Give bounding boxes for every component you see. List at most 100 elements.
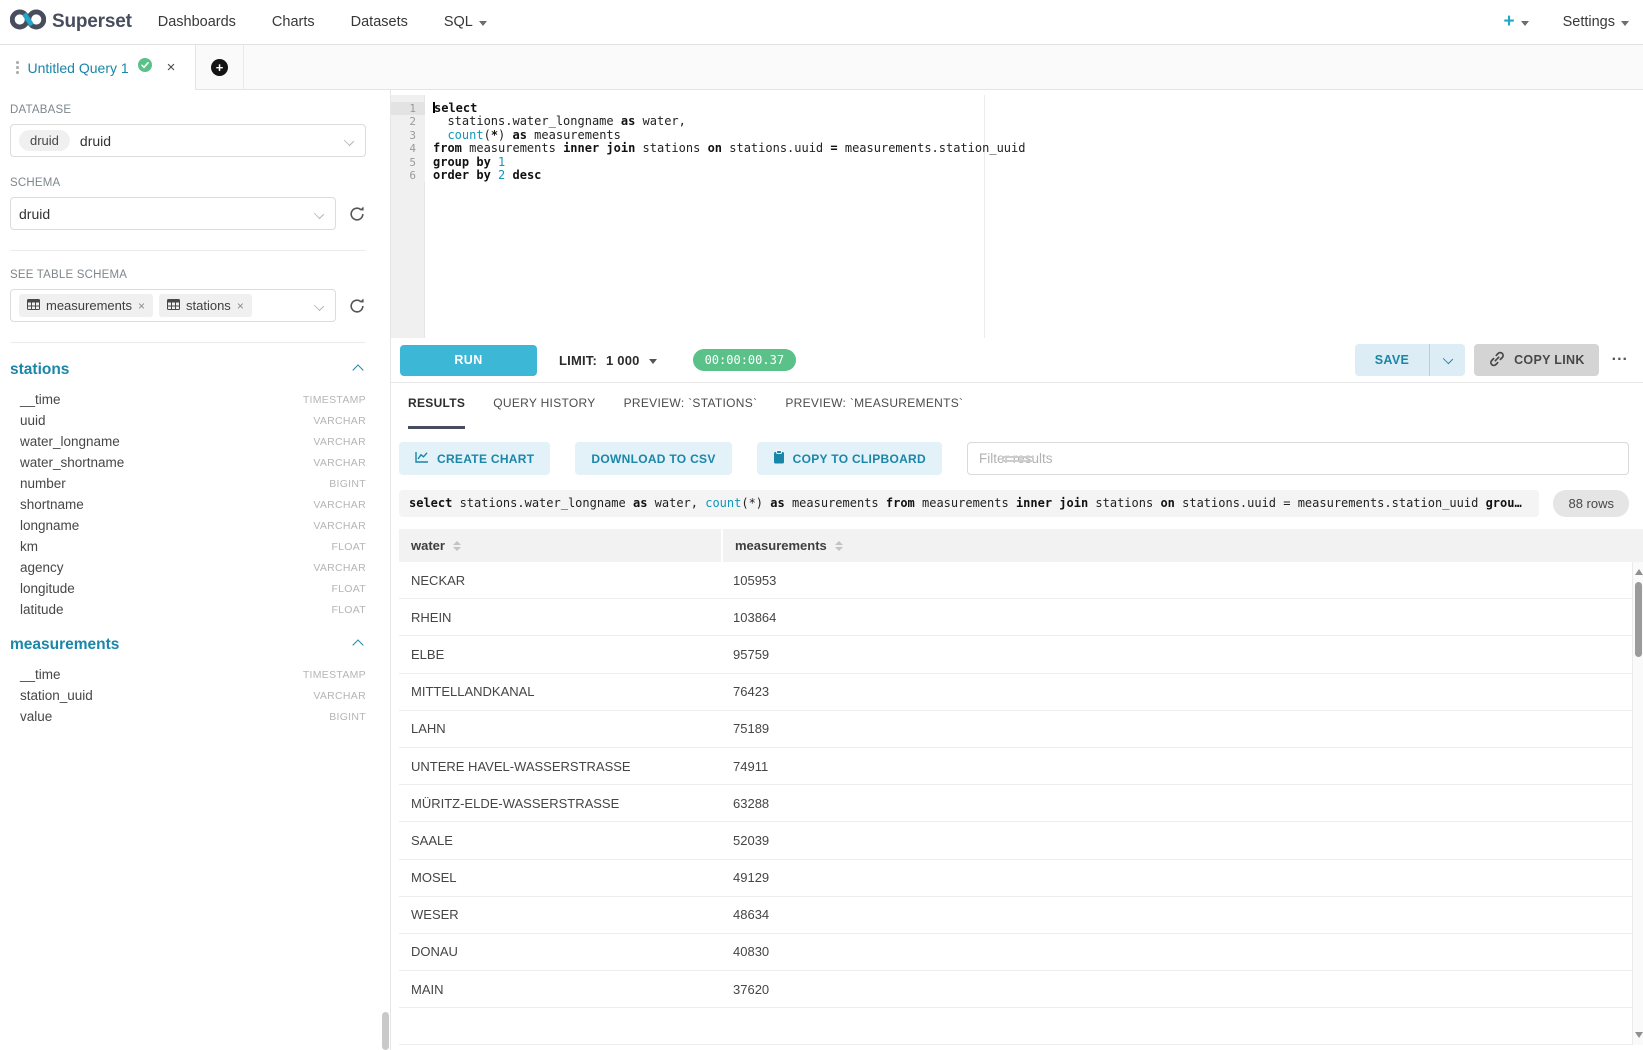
schema-table-stations: stations__timeTIMESTAMPuuidVARCHARwater_… — [10, 361, 366, 620]
editor-line: 1select — [391, 102, 1643, 115]
plus-icon: + — [1503, 11, 1514, 33]
scrollbar-thumb[interactable] — [1635, 582, 1642, 657]
collapse-icon[interactable] — [352, 364, 363, 375]
cell-water: MITTELLANDKANAL — [399, 684, 723, 699]
new-item-menu[interactable]: + — [1503, 11, 1528, 33]
column-header-label: water — [411, 538, 445, 553]
copy-to-clipboard-button[interactable]: COPY TO CLIPBOARD — [757, 442, 942, 475]
table-row[interactable]: SAALE52039 — [399, 822, 1632, 859]
table-row[interactable]: MOSEL49129 — [399, 860, 1632, 897]
column-header-water[interactable]: water — [399, 529, 723, 562]
results-tab-preview-stations[interactable]: PREVIEW: `STATIONS` — [624, 396, 758, 429]
results-scrollbar — [1632, 562, 1643, 1045]
refresh-tables-button[interactable] — [348, 297, 366, 315]
sidebar-scrollbar-thumb[interactable] — [382, 1012, 389, 1050]
settings-menu[interactable]: Settings — [1563, 14, 1629, 30]
table-chip-measurements[interactable]: measurements× — [19, 294, 153, 317]
sql-token: measurements — [785, 496, 886, 510]
table-row[interactable]: WESER48634 — [399, 897, 1632, 934]
limit-label: LIMIT: — [559, 353, 597, 368]
table-select[interactable]: measurements× stations× — [10, 289, 336, 322]
column-header-measurements[interactable]: measurements — [723, 529, 1643, 562]
schema-column-row: shortnameVARCHAR — [10, 494, 366, 515]
column-name: number — [20, 476, 66, 491]
sql-token: count — [705, 496, 741, 510]
more-actions-button[interactable]: ... — [1608, 347, 1634, 373]
results-tab-query-history[interactable]: QUERY HISTORY — [493, 396, 595, 429]
new-tab-area: + — [196, 45, 244, 89]
chevron-down-icon — [314, 301, 324, 311]
column-name: km — [20, 539, 38, 554]
table-chip-stations[interactable]: stations× — [159, 294, 252, 317]
limit-dropdown[interactable]: LIMIT: 1 000 — [559, 353, 657, 368]
schema-column-row: water_longnameVARCHAR — [10, 431, 366, 452]
check-circle-icon — [138, 58, 152, 77]
sql-token: on — [1160, 496, 1174, 510]
settings-label: Settings — [1563, 14, 1615, 30]
code-line: order by 2 desc — [425, 169, 541, 182]
save-options-button[interactable] — [1429, 344, 1465, 376]
table-row[interactable]: ELBE95759 — [399, 636, 1632, 673]
query-tab-active[interactable]: Untitled Query 1 × — [0, 45, 196, 90]
nav-item-datasets[interactable]: Datasets — [351, 14, 408, 30]
remove-table-icon[interactable]: × — [237, 299, 244, 313]
table-row[interactable]: DONAU40830 — [399, 934, 1632, 971]
query-tab-label: Untitled Query 1 — [28, 60, 129, 76]
nav-item-charts[interactable]: Charts — [272, 14, 315, 30]
results-tab-results[interactable]: RESULTS — [408, 396, 465, 429]
save-button[interactable]: SAVE — [1355, 344, 1429, 376]
copy-link-label: COPY LINK — [1514, 353, 1585, 367]
results-tab-preview-measurements[interactable]: PREVIEW: `MEASUREMENTS` — [785, 396, 963, 429]
executed-query-preview[interactable]: select stations.water_longname as water,… — [399, 490, 1539, 517]
drag-grip-icon[interactable] — [16, 61, 19, 74]
column-name: __time — [20, 392, 61, 407]
sql-token: measurements — [915, 496, 1016, 510]
download-to-csv-button[interactable]: DOWNLOAD TO CSV — [575, 442, 731, 475]
schema-select[interactable]: druid — [10, 197, 336, 230]
column-type: BIGINT — [329, 478, 366, 490]
schema-table-name[interactable]: stations — [10, 361, 69, 379]
create-chart-button[interactable]: CREATE CHART — [399, 442, 550, 475]
table-row[interactable]: MITTELLANDKANAL76423 — [399, 674, 1632, 711]
refresh-schema-button[interactable] — [348, 205, 366, 223]
run-button[interactable]: RUN — [400, 345, 537, 376]
cell-measurements: 37620 — [723, 982, 1632, 997]
sql-token: as — [513, 128, 527, 142]
sql-token: group by — [433, 155, 491, 169]
database-select[interactable]: druid druid — [10, 124, 366, 157]
sort-icon — [835, 541, 843, 551]
table-row[interactable]: MÜRITZ-ELDE-WASSERSTRASSE63288 — [399, 785, 1632, 822]
sql-editor[interactable]: 1select2 stations.water_longname as wate… — [391, 95, 1643, 338]
superset-brand[interactable]: Superset — [10, 6, 132, 38]
nav-item-dashboards[interactable]: Dashboards — [158, 14, 236, 30]
cell-measurements: 52039 — [723, 833, 1632, 848]
cell-measurements: 63288 — [723, 796, 1632, 811]
remove-table-icon[interactable]: × — [138, 299, 145, 313]
table-row[interactable]: LAHN75189 — [399, 711, 1632, 748]
table-row[interactable]: RHEIN103864 — [399, 599, 1632, 636]
pane-resize-handle[interactable] — [1002, 456, 1032, 462]
table-row[interactable]: UNTERE HAVEL-WASSERSTRASSE74911 — [399, 748, 1632, 785]
collapse-icon[interactable] — [352, 639, 363, 650]
column-name: __time — [20, 667, 61, 682]
table-row[interactable]: NECKAR105953 — [399, 562, 1632, 599]
copy-link-button[interactable]: COPY LINK — [1474, 344, 1599, 376]
schema-value: druid — [19, 206, 50, 222]
column-type: VARCHAR — [313, 499, 366, 511]
schema-table-name[interactable]: measurements — [10, 636, 119, 654]
cell-water: MÜRITZ-ELDE-WASSERSTRASSE — [399, 796, 723, 811]
table-row[interactable]: MAIN37620 — [399, 971, 1632, 1008]
code-line: select — [425, 102, 477, 115]
add-tab-button[interactable]: + — [211, 59, 228, 76]
scroll-down-icon[interactable] — [1635, 1032, 1643, 1038]
column-type: BIGINT — [329, 711, 366, 723]
table-row[interactable] — [399, 1008, 1632, 1045]
schema-column-row: latitudeFLOAT — [10, 599, 366, 620]
scroll-up-icon[interactable] — [1635, 569, 1643, 575]
schema-column-row: number BIGINT — [10, 473, 366, 494]
nav-item-sql[interactable]: SQL — [444, 14, 487, 30]
filter-results-input[interactable] — [967, 442, 1629, 475]
close-tab-icon[interactable]: × — [167, 60, 176, 75]
column-type: TIMESTAMP — [303, 669, 366, 681]
sql-token: stations.water_longname — [452, 496, 633, 510]
